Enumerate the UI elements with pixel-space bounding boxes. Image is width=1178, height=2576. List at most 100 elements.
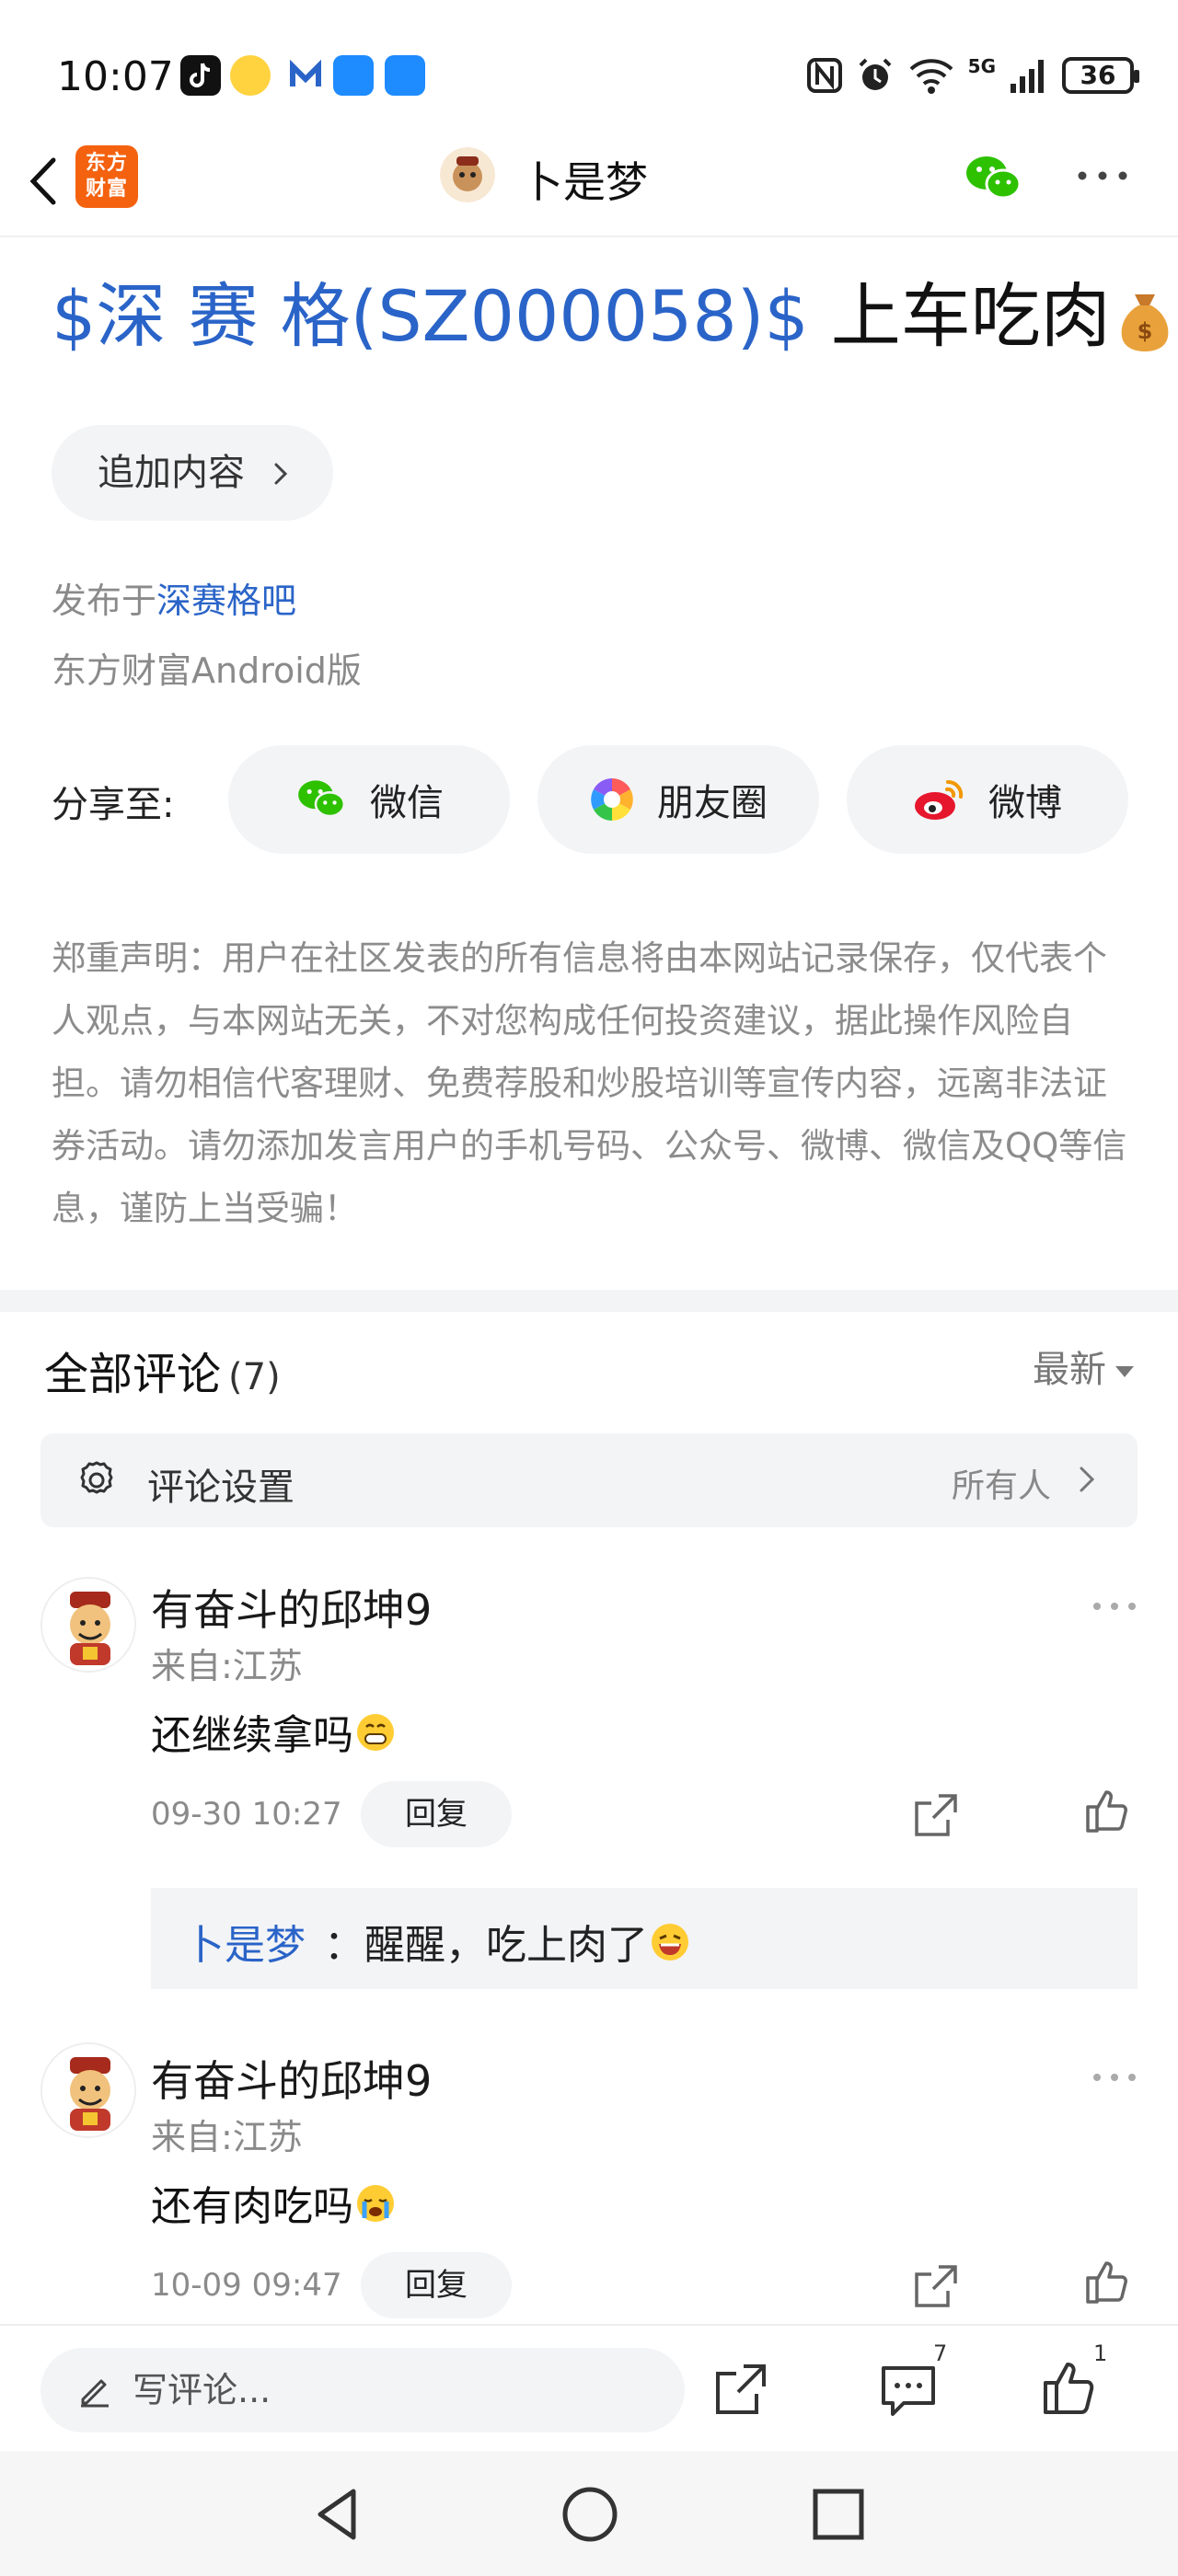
- brand-line-1: 东方: [85, 152, 128, 175]
- share-icon[interactable]: [911, 1790, 961, 1840]
- system-navigation-bar: [0, 2451, 1178, 2576]
- share-icon[interactable]: [911, 2261, 961, 2311]
- like-count-badge: 1: [1093, 2340, 1108, 2366]
- share-weibo-label: 微博: [988, 782, 1062, 824]
- author-avatar[interactable]: [440, 147, 495, 202]
- post-title-text: 上车吃肉: [830, 275, 1111, 357]
- share-icon[interactable]: [710, 2359, 771, 2420]
- share-wechat-label: 微信: [370, 782, 444, 824]
- post-title: $深 赛 格(SZ000058)$ 上车吃肉 $: [52, 274, 1173, 359]
- comment-time: 10-09 09:47: [151, 2267, 342, 2304]
- client-info: 东方财富Android版: [52, 650, 362, 691]
- battery-indicator: 36: [1062, 57, 1139, 94]
- weibo-icon: [915, 779, 964, 820]
- signal-icon: [1011, 60, 1044, 93]
- chevron-right-icon: [274, 463, 288, 485]
- comments-count: (7): [228, 1356, 281, 1398]
- grin-emoji-icon: [357, 1714, 394, 1751]
- share-wechat-button[interactable]: 微信: [228, 745, 510, 854]
- comments-title: 全部评论 (7): [44, 1338, 281, 1402]
- comment-text-content: 还有肉吃吗: [151, 2183, 353, 2230]
- m-app-icon: [285, 55, 326, 96]
- share-moments-label: 朋友圈: [657, 782, 768, 824]
- tiktok-icon: [180, 55, 221, 96]
- caret-down-icon: [1115, 1366, 1134, 1377]
- eleme-app-icon: [333, 55, 374, 96]
- share-moments-button[interactable]: 朋友圈: [537, 745, 819, 854]
- reply-button[interactable]: 回复: [361, 1781, 512, 1847]
- laugh-emoji-icon: [652, 1924, 688, 1961]
- thumbs-up-icon[interactable]: [1040, 2359, 1101, 2420]
- chevron-right-icon: [1080, 1466, 1095, 1492]
- status-bar: 10:07 5G 36: [0, 0, 1178, 129]
- commenter-avatar[interactable]: [40, 1577, 136, 1673]
- commenter-avatar[interactable]: [40, 2042, 136, 2138]
- status-indicators: 5G 36: [806, 55, 1139, 96]
- commenter-location: 来自:江苏: [151, 2117, 303, 2157]
- comment-text: 还有肉吃吗: [151, 2173, 396, 2232]
- money-bag-icon: $: [1121, 294, 1169, 351]
- rabbit-app-icon: [230, 55, 271, 96]
- more-options-icon[interactable]: [1091, 2068, 1138, 2087]
- pencil-icon: [81, 2379, 109, 2408]
- share-label: 分享至:: [52, 784, 175, 826]
- comment-time: 09-30 10:27: [151, 1796, 342, 1833]
- reply-text-content: ：醒醒，吃上肉了: [324, 1922, 648, 1969]
- wechat-share-icon[interactable]: [963, 153, 1023, 204]
- append-content-button[interactable]: 追加内容: [52, 425, 333, 521]
- published-prefix: 发布于: [52, 581, 157, 621]
- eastmoney-logo[interactable]: 东方 财富: [75, 145, 138, 208]
- nested-reply[interactable]: 卜是梦 ：醒醒，吃上肉了: [151, 1888, 1138, 1989]
- eleme-app-icon-2: [385, 55, 425, 96]
- nfc-icon: [806, 58, 842, 93]
- comment-icon[interactable]: [878, 2359, 939, 2420]
- more-options-icon[interactable]: [1091, 1597, 1138, 1616]
- section-divider: [0, 1290, 1178, 1312]
- reply-author[interactable]: 卜是梦: [184, 1912, 306, 1971]
- sort-label: 最新: [1033, 1349, 1106, 1391]
- commenter-name[interactable]: 有奋斗的邱坤9: [151, 1577, 432, 1638]
- thumbs-up-icon[interactable]: [1082, 2258, 1132, 2307]
- bar-link[interactable]: 深赛格吧: [156, 581, 296, 621]
- comment-text-content: 还继续拿吗: [151, 1712, 353, 1759]
- status-time: 10:07: [57, 53, 174, 100]
- thumbs-up-icon[interactable]: [1082, 1787, 1132, 1836]
- comment-settings-row[interactable]: 评论设置 所有人: [40, 1433, 1138, 1527]
- comment-item: 有奋斗的邱坤9 来自:江苏 还有肉吃吗 10-09 09:47 回复: [0, 2035, 1178, 2318]
- disclaimer-text: 郑重声明：用户在社区发表的所有信息将由本网站记录保存，仅代表个人观点，与本网站无…: [52, 938, 1127, 1228]
- share-weibo-button[interactable]: 微博: [847, 745, 1128, 854]
- comments-title-label: 全部评论: [44, 1349, 222, 1400]
- gear-icon: [80, 1461, 113, 1494]
- wifi-icon: [909, 59, 953, 94]
- nav-home-icon[interactable]: [558, 2482, 622, 2547]
- post-header: 东方 财富 卜是梦: [0, 129, 1178, 237]
- back-button[interactable]: [18, 149, 74, 213]
- brand-line-2: 财富: [85, 178, 128, 201]
- nav-recents-icon[interactable]: [806, 2482, 871, 2547]
- author-name[interactable]: 卜是梦: [521, 149, 648, 210]
- chevron-left-icon: [29, 157, 56, 205]
- more-options-icon[interactable]: [1075, 162, 1130, 190]
- comment-settings-value: 所有人: [951, 1467, 1051, 1505]
- network-type: 5G: [967, 55, 996, 77]
- comment-settings-label: 评论设置: [147, 1466, 294, 1509]
- write-comment-placeholder: 写评论...: [133, 2370, 271, 2410]
- published-info: 发布于深赛格吧: [52, 572, 296, 623]
- nav-back-icon[interactable]: [306, 2482, 370, 2547]
- bottom-action-bar: 写评论... 7 1: [0, 2324, 1178, 2451]
- comment-item: 有奋斗的邱坤9 来自:江苏 还继续拿吗 09-30 10:27 回复 卜是梦 ：…: [0, 1564, 1178, 1989]
- svg-text:$: $: [1137, 318, 1152, 344]
- sort-dropdown[interactable]: 最新: [1033, 1340, 1134, 1393]
- wechat-icon: [298, 780, 346, 818]
- commenter-location: 来自:江苏: [151, 1646, 303, 1686]
- alarm-icon: [859, 58, 892, 90]
- append-content-label: 追加内容: [98, 452, 245, 494]
- stock-tag-link[interactable]: $深 赛 格(SZ000058)$: [52, 275, 809, 357]
- comment-text: 还继续拿吗: [151, 1702, 396, 1761]
- comment-count-badge: 7: [933, 2340, 948, 2366]
- reply-button[interactable]: 回复: [361, 2252, 512, 2318]
- write-comment-input[interactable]: 写评论...: [40, 2348, 685, 2432]
- commenter-name[interactable]: 有奋斗的邱坤9: [151, 2048, 432, 2109]
- moments-icon: [591, 778, 633, 821]
- reply-text: ：醒醒，吃上肉了: [324, 1912, 690, 1971]
